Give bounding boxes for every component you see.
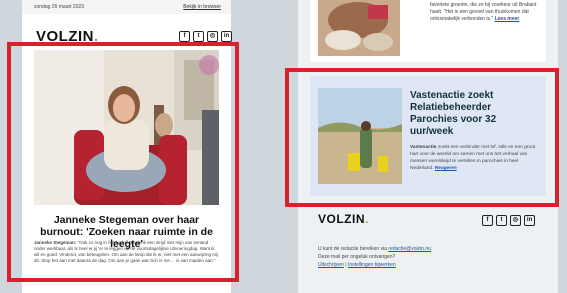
- linkedin-icon[interactable]: in: [221, 31, 232, 42]
- view-in-browser-link[interactable]: Bekijk in browser: [183, 4, 221, 10]
- footer-misdelivered-text: Deze mail per ongeluk ontvangen?: [318, 254, 396, 260]
- highlight-frame-right: [285, 68, 559, 207]
- social-icons: f t ◎ in: [179, 31, 232, 42]
- newsletter-date: zondag 26 maart 2023: [34, 4, 85, 10]
- footer-separator: |: [345, 262, 347, 268]
- read-more-link[interactable]: Lees meer: [495, 16, 520, 22]
- twitter-icon[interactable]: t: [496, 215, 507, 226]
- highlight-frame-left: [7, 42, 239, 282]
- previous-article-text: favoriete groente, die ze bij voorkeur u…: [430, 2, 537, 22]
- footer-social-icons: f t ◎ in: [482, 215, 535, 226]
- twitter-icon[interactable]: t: [193, 31, 204, 42]
- facebook-icon[interactable]: f: [179, 31, 190, 42]
- editorial-email-link[interactable]: redactie@volzin.nu: [388, 246, 431, 252]
- facebook-icon[interactable]: f: [482, 215, 493, 226]
- previous-article-card: favoriete groente, die ze bij voorkeur u…: [310, 0, 546, 62]
- volzin-footer-logo[interactable]: VOLZIN.: [318, 212, 369, 226]
- linkedin-icon[interactable]: in: [524, 215, 535, 226]
- instagram-icon[interactable]: ◎: [510, 215, 521, 226]
- unsubscribe-link[interactable]: Uitschrijven: [318, 262, 344, 268]
- instagram-icon[interactable]: ◎: [207, 31, 218, 42]
- food-image[interactable]: [318, 0, 400, 56]
- footer: U kunt de redactie bereiken via redactie…: [318, 245, 538, 269]
- top-bar: zondag 26 maart 2023 Bekijk in browser: [22, 0, 231, 14]
- update-settings-link[interactable]: Instellingen bijwerken: [348, 262, 396, 268]
- footer-contact-text: U kunt de redactie bereiken via: [318, 246, 387, 252]
